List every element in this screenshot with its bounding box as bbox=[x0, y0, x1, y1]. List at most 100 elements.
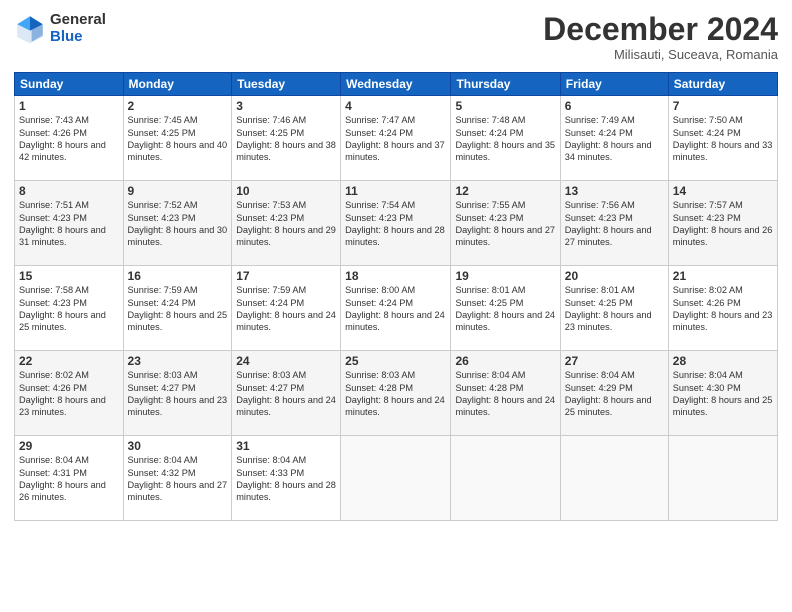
month-title: December 2024 bbox=[543, 12, 778, 47]
day-number: 16 bbox=[128, 269, 228, 283]
day-number: 14 bbox=[673, 184, 773, 198]
calendar-cell bbox=[668, 436, 777, 521]
day-number: 26 bbox=[455, 354, 555, 368]
day-header-sunday: Sunday bbox=[15, 73, 124, 96]
cell-info: Sunrise: 7:53 AMSunset: 4:23 PMDaylight:… bbox=[236, 200, 336, 247]
calendar-cell: 26 Sunrise: 8:04 AMSunset: 4:28 PMDaylig… bbox=[451, 351, 560, 436]
calendar-cell: 17 Sunrise: 7:59 AMSunset: 4:24 PMDaylig… bbox=[232, 266, 341, 351]
cell-info: Sunrise: 8:00 AMSunset: 4:24 PMDaylight:… bbox=[345, 285, 445, 332]
calendar-cell: 13 Sunrise: 7:56 AMSunset: 4:23 PMDaylig… bbox=[560, 181, 668, 266]
calendar-cell: 9 Sunrise: 7:52 AMSunset: 4:23 PMDayligh… bbox=[123, 181, 232, 266]
calendar-cell: 18 Sunrise: 8:00 AMSunset: 4:24 PMDaylig… bbox=[341, 266, 451, 351]
calendar-week-row: 22 Sunrise: 8:02 AMSunset: 4:26 PMDaylig… bbox=[15, 351, 778, 436]
cell-info: Sunrise: 7:51 AMSunset: 4:23 PMDaylight:… bbox=[19, 200, 106, 247]
day-number: 8 bbox=[19, 184, 119, 198]
calendar-cell: 12 Sunrise: 7:55 AMSunset: 4:23 PMDaylig… bbox=[451, 181, 560, 266]
cell-info: Sunrise: 8:02 AMSunset: 4:26 PMDaylight:… bbox=[19, 370, 106, 417]
day-number: 24 bbox=[236, 354, 336, 368]
logo-icon bbox=[14, 13, 46, 45]
calendar-week-row: 29 Sunrise: 8:04 AMSunset: 4:31 PMDaylig… bbox=[15, 436, 778, 521]
calendar-cell: 16 Sunrise: 7:59 AMSunset: 4:24 PMDaylig… bbox=[123, 266, 232, 351]
cell-info: Sunrise: 7:55 AMSunset: 4:23 PMDaylight:… bbox=[455, 200, 555, 247]
day-number: 17 bbox=[236, 269, 336, 283]
logo: General Blue bbox=[14, 12, 106, 45]
day-number: 13 bbox=[565, 184, 664, 198]
calendar-cell: 8 Sunrise: 7:51 AMSunset: 4:23 PMDayligh… bbox=[15, 181, 124, 266]
calendar-week-row: 15 Sunrise: 7:58 AMSunset: 4:23 PMDaylig… bbox=[15, 266, 778, 351]
cell-info: Sunrise: 7:49 AMSunset: 4:24 PMDaylight:… bbox=[565, 115, 652, 162]
calendar-cell: 23 Sunrise: 8:03 AMSunset: 4:27 PMDaylig… bbox=[123, 351, 232, 436]
calendar-cell: 14 Sunrise: 7:57 AMSunset: 4:23 PMDaylig… bbox=[668, 181, 777, 266]
cell-info: Sunrise: 8:04 AMSunset: 4:33 PMDaylight:… bbox=[236, 455, 336, 502]
cell-info: Sunrise: 7:46 AMSunset: 4:25 PMDaylight:… bbox=[236, 115, 336, 162]
calendar-cell: 1 Sunrise: 7:43 AMSunset: 4:26 PMDayligh… bbox=[15, 96, 124, 181]
calendar-week-row: 8 Sunrise: 7:51 AMSunset: 4:23 PMDayligh… bbox=[15, 181, 778, 266]
day-number: 15 bbox=[19, 269, 119, 283]
cell-info: Sunrise: 7:50 AMSunset: 4:24 PMDaylight:… bbox=[673, 115, 773, 162]
cell-info: Sunrise: 8:01 AMSunset: 4:25 PMDaylight:… bbox=[455, 285, 555, 332]
day-number: 12 bbox=[455, 184, 555, 198]
day-number: 28 bbox=[673, 354, 773, 368]
calendar-cell: 7 Sunrise: 7:50 AMSunset: 4:24 PMDayligh… bbox=[668, 96, 777, 181]
cell-info: Sunrise: 8:04 AMSunset: 4:31 PMDaylight:… bbox=[19, 455, 106, 502]
calendar-cell: 20 Sunrise: 8:01 AMSunset: 4:25 PMDaylig… bbox=[560, 266, 668, 351]
cell-info: Sunrise: 7:57 AMSunset: 4:23 PMDaylight:… bbox=[673, 200, 773, 247]
cell-info: Sunrise: 8:04 AMSunset: 4:30 PMDaylight:… bbox=[673, 370, 773, 417]
cell-info: Sunrise: 7:56 AMSunset: 4:23 PMDaylight:… bbox=[565, 200, 652, 247]
calendar-cell: 15 Sunrise: 7:58 AMSunset: 4:23 PMDaylig… bbox=[15, 266, 124, 351]
calendar-cell: 6 Sunrise: 7:49 AMSunset: 4:24 PMDayligh… bbox=[560, 96, 668, 181]
cell-info: Sunrise: 7:52 AMSunset: 4:23 PMDaylight:… bbox=[128, 200, 228, 247]
day-header-thursday: Thursday bbox=[451, 73, 560, 96]
cell-info: Sunrise: 8:03 AMSunset: 4:27 PMDaylight:… bbox=[236, 370, 336, 417]
calendar-cell: 21 Sunrise: 8:02 AMSunset: 4:26 PMDaylig… bbox=[668, 266, 777, 351]
day-header-tuesday: Tuesday bbox=[232, 73, 341, 96]
calendar-cell: 3 Sunrise: 7:46 AMSunset: 4:25 PMDayligh… bbox=[232, 96, 341, 181]
calendar-cell: 28 Sunrise: 8:04 AMSunset: 4:30 PMDaylig… bbox=[668, 351, 777, 436]
day-number: 22 bbox=[19, 354, 119, 368]
calendar-cell: 30 Sunrise: 8:04 AMSunset: 4:32 PMDaylig… bbox=[123, 436, 232, 521]
cell-info: Sunrise: 7:48 AMSunset: 4:24 PMDaylight:… bbox=[455, 115, 555, 162]
calendar-cell: 29 Sunrise: 8:04 AMSunset: 4:31 PMDaylig… bbox=[15, 436, 124, 521]
logo-text: General Blue bbox=[50, 12, 106, 45]
cell-info: Sunrise: 7:45 AMSunset: 4:25 PMDaylight:… bbox=[128, 115, 228, 162]
day-number: 10 bbox=[236, 184, 336, 198]
cell-info: Sunrise: 8:03 AMSunset: 4:28 PMDaylight:… bbox=[345, 370, 445, 417]
cell-info: Sunrise: 7:59 AMSunset: 4:24 PMDaylight:… bbox=[128, 285, 228, 332]
day-number: 29 bbox=[19, 439, 119, 453]
day-number: 31 bbox=[236, 439, 336, 453]
calendar-cell: 10 Sunrise: 7:53 AMSunset: 4:23 PMDaylig… bbox=[232, 181, 341, 266]
calendar-table: SundayMondayTuesdayWednesdayThursdayFrid… bbox=[14, 72, 778, 521]
day-number: 9 bbox=[128, 184, 228, 198]
header: General Blue December 2024 Milisauti, Su… bbox=[14, 12, 778, 62]
cell-info: Sunrise: 8:04 AMSunset: 4:28 PMDaylight:… bbox=[455, 370, 555, 417]
day-number: 23 bbox=[128, 354, 228, 368]
cell-info: Sunrise: 8:04 AMSunset: 4:29 PMDaylight:… bbox=[565, 370, 652, 417]
cell-info: Sunrise: 8:02 AMSunset: 4:26 PMDaylight:… bbox=[673, 285, 773, 332]
title-block: December 2024 Milisauti, Suceava, Romani… bbox=[543, 12, 778, 62]
calendar-cell: 5 Sunrise: 7:48 AMSunset: 4:24 PMDayligh… bbox=[451, 96, 560, 181]
calendar-cell: 2 Sunrise: 7:45 AMSunset: 4:25 PMDayligh… bbox=[123, 96, 232, 181]
day-number: 25 bbox=[345, 354, 446, 368]
cell-info: Sunrise: 7:47 AMSunset: 4:24 PMDaylight:… bbox=[345, 115, 445, 162]
page: General Blue December 2024 Milisauti, Su… bbox=[0, 0, 792, 612]
calendar-week-row: 1 Sunrise: 7:43 AMSunset: 4:26 PMDayligh… bbox=[15, 96, 778, 181]
day-number: 30 bbox=[128, 439, 228, 453]
calendar-cell bbox=[560, 436, 668, 521]
day-number: 5 bbox=[455, 99, 555, 113]
day-number: 21 bbox=[673, 269, 773, 283]
day-number: 19 bbox=[455, 269, 555, 283]
calendar-cell: 11 Sunrise: 7:54 AMSunset: 4:23 PMDaylig… bbox=[341, 181, 451, 266]
day-number: 11 bbox=[345, 184, 446, 198]
day-header-wednesday: Wednesday bbox=[341, 73, 451, 96]
calendar-cell: 31 Sunrise: 8:04 AMSunset: 4:33 PMDaylig… bbox=[232, 436, 341, 521]
calendar-header-row: SundayMondayTuesdayWednesdayThursdayFrid… bbox=[15, 73, 778, 96]
day-header-monday: Monday bbox=[123, 73, 232, 96]
cell-info: Sunrise: 8:03 AMSunset: 4:27 PMDaylight:… bbox=[128, 370, 228, 417]
day-number: 27 bbox=[565, 354, 664, 368]
location-subtitle: Milisauti, Suceava, Romania bbox=[543, 47, 778, 62]
day-number: 6 bbox=[565, 99, 664, 113]
cell-info: Sunrise: 7:54 AMSunset: 4:23 PMDaylight:… bbox=[345, 200, 445, 247]
cell-info: Sunrise: 7:59 AMSunset: 4:24 PMDaylight:… bbox=[236, 285, 336, 332]
day-number: 3 bbox=[236, 99, 336, 113]
calendar-cell: 4 Sunrise: 7:47 AMSunset: 4:24 PMDayligh… bbox=[341, 96, 451, 181]
